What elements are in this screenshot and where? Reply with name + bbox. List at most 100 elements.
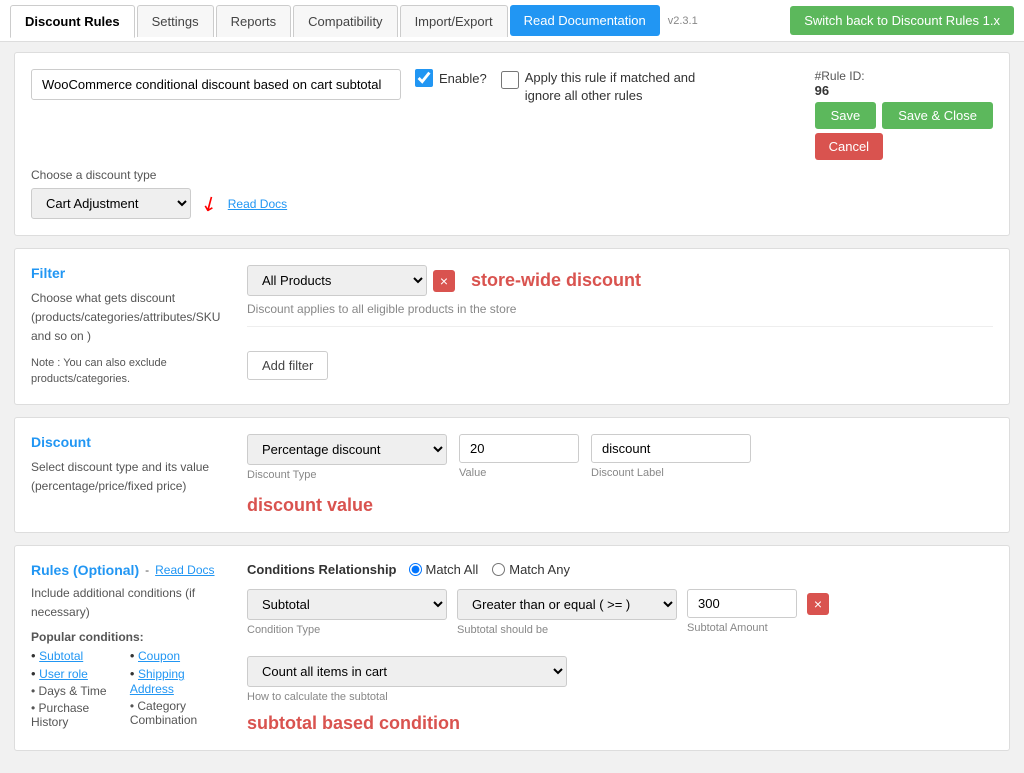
popular-item-coupon: • Coupon <box>130 648 231 663</box>
switch-back-button[interactable]: Switch back to Discount Rules 1.x <box>790 6 1014 35</box>
store-wide-label: store-wide discount <box>471 270 641 291</box>
top-form-row: Enable? Apply this rule if matched and i… <box>31 69 993 160</box>
filter-note: Note : You can also exclude products/cat… <box>31 355 231 388</box>
apply-rule-checkbox[interactable] <box>501 71 519 89</box>
match-all-radio[interactable] <box>409 563 422 576</box>
main-content: Enable? Apply this rule if matched and i… <box>0 42 1024 773</box>
filter-card: Filter Choose what gets discount (produc… <box>14 248 1010 405</box>
tab-reports[interactable]: Reports <box>216 5 292 37</box>
discount-label-input[interactable] <box>591 434 751 463</box>
enable-checkbox[interactable] <box>415 69 433 87</box>
popular-col-2: • Coupon • Shipping Address • Category C… <box>130 648 231 729</box>
discount-right: Percentage discount Discount Type Value … <box>247 434 993 516</box>
popular-item-user-role: • User role <box>31 666 110 681</box>
enable-group: Enable? <box>415 69 487 87</box>
rules-right: Conditions Relationship Match All Match … <box>247 562 993 734</box>
condition-value-input[interactable] <box>687 589 797 618</box>
discount-title: Discount <box>31 434 231 450</box>
filter-product-row: All Products × store-wide discount <box>247 265 993 296</box>
enable-label: Enable? <box>439 71 487 86</box>
read-docs-link[interactable]: Read Docs <box>228 197 287 211</box>
discount-type-field-label: Discount Type <box>247 469 447 481</box>
how-calc-select[interactable]: Count all items in cart <box>247 656 567 687</box>
version-label: v2.3.1 <box>668 15 698 27</box>
tab-compatibility[interactable]: Compatibility <box>293 5 397 37</box>
rules-desc: Include additional conditions (if necess… <box>31 584 231 622</box>
popular-title: Popular conditions: <box>31 630 231 644</box>
popular-col-1: • Subtotal • User role • Days & Time • P… <box>31 648 110 729</box>
condition-type-label: Condition Type <box>247 624 447 636</box>
filter-remove-button[interactable]: × <box>433 270 455 292</box>
condition-value-label: Subtotal Amount <box>687 622 797 634</box>
rules-card: Rules (Optional) - Read Docs Include add… <box>14 545 1010 751</box>
conditions-relationship: Conditions Relationship Match All Match … <box>247 562 993 577</box>
match-all-radio-label[interactable]: Match All <box>409 562 479 577</box>
discount-fields-row: Percentage discount Discount Type Value … <box>247 434 993 481</box>
save-button[interactable]: Save <box>815 102 877 129</box>
match-any-radio[interactable] <box>492 563 505 576</box>
top-navigation: Discount Rules Settings Reports Compatib… <box>0 0 1024 42</box>
filter-right: All Products × store-wide discount Disco… <box>247 265 993 388</box>
cancel-button[interactable]: Cancel <box>815 133 883 160</box>
discount-type-row: Cart Adjustment ↙ Read Docs <box>31 188 993 219</box>
discount-type-select[interactable]: Cart Adjustment <box>31 188 191 219</box>
discount-type-section: Choose a discount type Cart Adjustment ↙… <box>31 168 993 219</box>
save-close-button[interactable]: Save & Close <box>882 102 993 129</box>
condition-operator-select[interactable]: Greater than or equal ( >= ) <box>457 589 677 620</box>
add-filter-button[interactable]: Add filter <box>247 351 328 380</box>
discount-label-field-label: Discount Label <box>591 467 751 479</box>
tab-settings[interactable]: Settings <box>137 5 214 37</box>
popular-item-subtotal: • Subtotal <box>31 648 110 663</box>
discount-value-field: Value <box>459 434 579 479</box>
apply-rule-group: Apply this rule if matched and ignore al… <box>501 69 705 105</box>
rule-id-group: #Rule ID: 96 Save Save & Close Cancel <box>815 69 993 160</box>
tab-discount-rules[interactable]: Discount Rules <box>10 5 135 38</box>
popular-list: • Subtotal • User role • Days & Time • P… <box>31 648 231 729</box>
filter-product-select[interactable]: All Products <box>247 265 427 296</box>
discount-left: Discount Select discount type and its va… <box>31 434 231 516</box>
rule-id-prefix: #Rule ID: <box>815 69 865 83</box>
how-calc-field: Count all items in cart How to calculate… <box>247 646 993 703</box>
radio-group: Match All Match Any <box>409 562 570 577</box>
condition-value-field: Subtotal Amount <box>687 589 797 634</box>
filter-title: Filter <box>31 265 231 281</box>
match-any-radio-label[interactable]: Match Any <box>492 562 570 577</box>
condition-row: Subtotal Condition Type Greater than or … <box>247 589 993 636</box>
popular-item-shipping: • Shipping Address <box>130 666 231 696</box>
discount-value-input[interactable] <box>459 434 579 463</box>
discount-desc: Select discount type and its value (perc… <box>31 458 231 496</box>
condition-operator-label: Subtotal should be <box>457 624 677 636</box>
rules-read-docs-link[interactable]: Read Docs <box>155 563 214 577</box>
match-any-text: Match Any <box>509 562 570 577</box>
discount-type-dropdown[interactable]: Percentage discount <box>247 434 447 465</box>
rules-left: Rules (Optional) - Read Docs Include add… <box>31 562 231 734</box>
condition-type-select[interactable]: Subtotal <box>247 589 447 620</box>
condition-operator-field: Greater than or equal ( >= ) Subtotal sh… <box>457 589 677 636</box>
rules-section: Rules (Optional) - Read Docs Include add… <box>31 562 993 734</box>
tab-import-export[interactable]: Import/Export <box>400 5 508 37</box>
filter-products-note: Discount applies to all eligible product… <box>247 302 993 316</box>
discount-section: Discount Select discount type and its va… <box>31 434 993 516</box>
rule-id-value: 96 <box>815 83 829 98</box>
popular-item-category: • Category Combination <box>130 699 231 727</box>
apply-rule-label: Apply this rule if matched and ignore al… <box>525 69 705 105</box>
filter-left: Filter Choose what gets discount (produc… <box>31 265 231 388</box>
rules-dash: - <box>145 563 149 577</box>
arrow-indicator-icon: ↙ <box>196 188 223 218</box>
discount-value-annotation: discount value <box>247 495 993 516</box>
discount-value-field-label: Value <box>459 467 579 479</box>
rule-form-card: Enable? Apply this rule if matched and i… <box>14 52 1010 236</box>
discount-label-field: Discount Label <box>591 434 751 479</box>
how-calc-label: How to calculate the subtotal <box>247 691 993 703</box>
popular-item-days: • Days & Time <box>31 684 110 698</box>
action-buttons: Save Save & Close <box>815 102 993 129</box>
discount-type-label: Choose a discount type <box>31 168 993 182</box>
discount-card: Discount Select discount type and its va… <box>14 417 1010 533</box>
rules-title: Rules (Optional) <box>31 562 139 578</box>
rule-name-input[interactable] <box>31 69 401 100</box>
rules-title-row: Rules (Optional) - Read Docs <box>31 562 231 578</box>
condition-remove-button[interactable]: × <box>807 593 829 615</box>
discount-type-field: Percentage discount Discount Type <box>247 434 447 481</box>
tab-read-documentation[interactable]: Read Documentation <box>510 5 660 36</box>
match-all-text: Match All <box>426 562 479 577</box>
